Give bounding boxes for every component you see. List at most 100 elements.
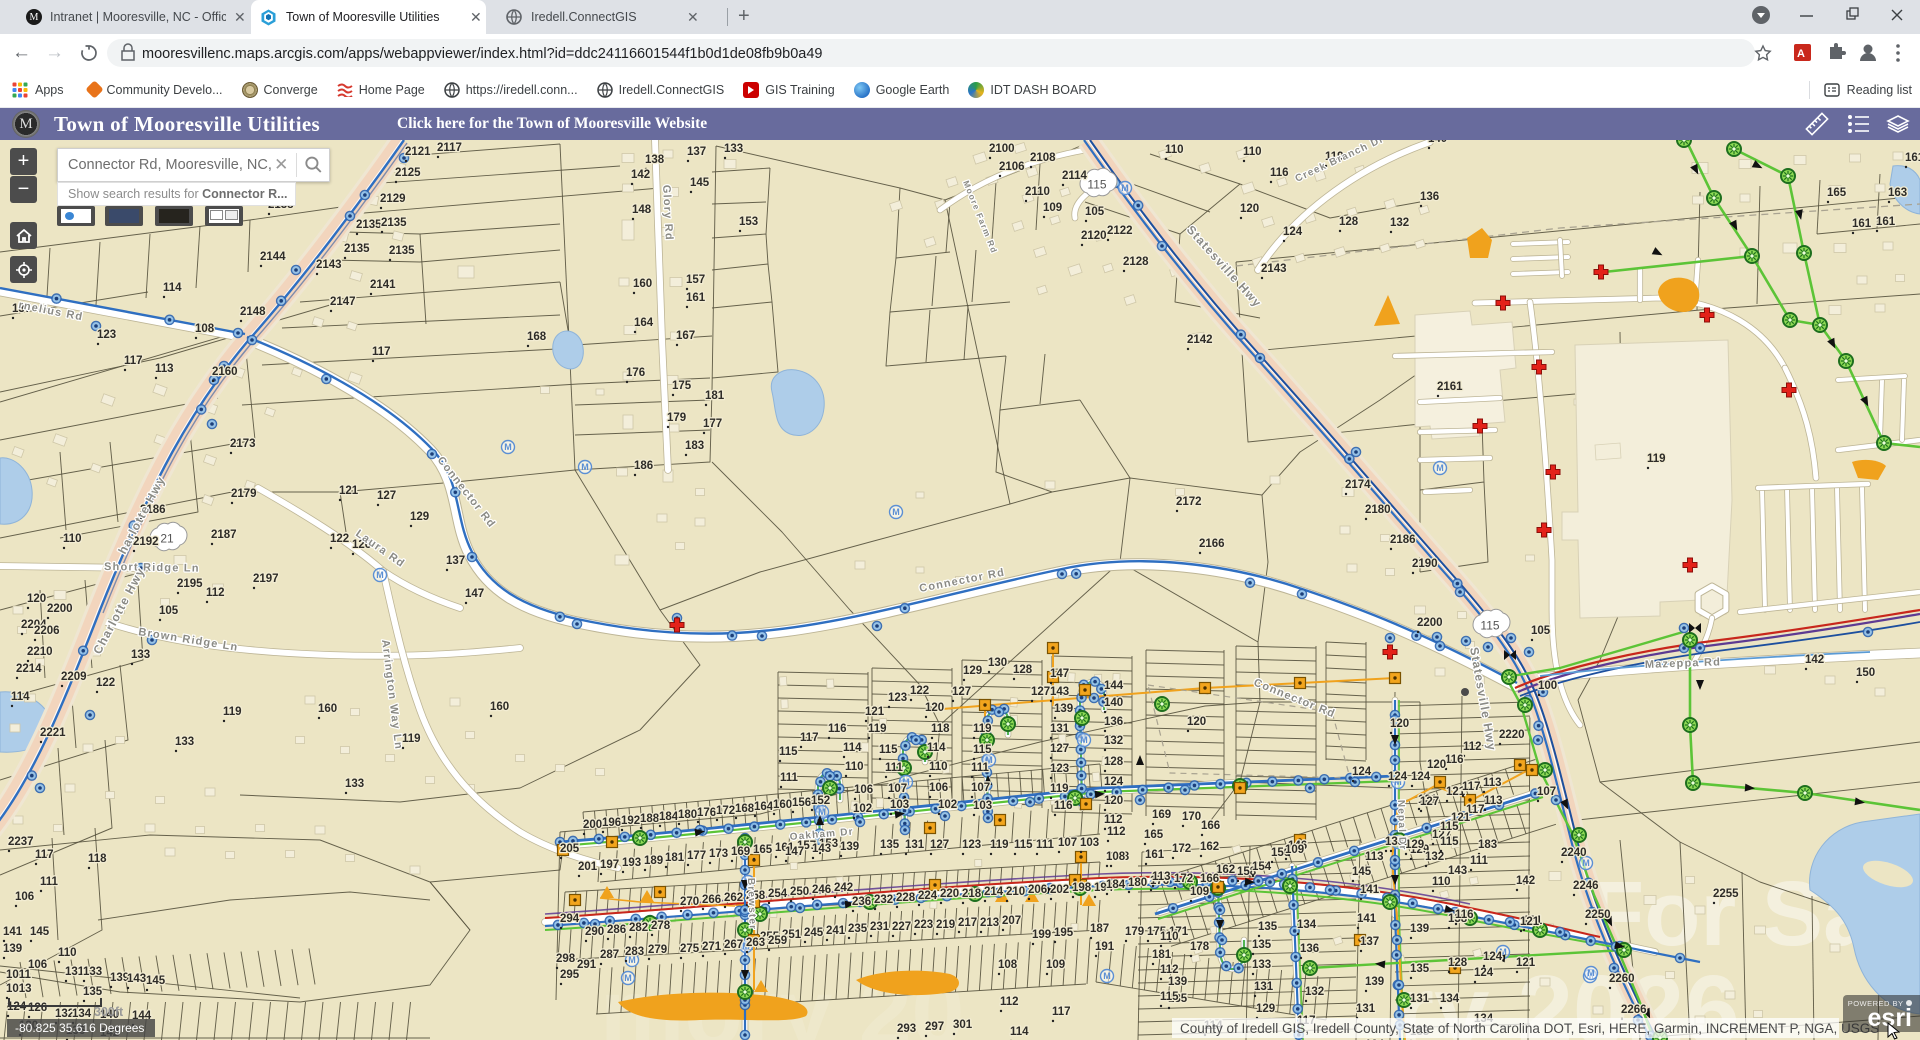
- svg-text:112: 112: [206, 587, 225, 599]
- svg-text:2197: 2197: [253, 573, 279, 585]
- svg-text:133: 133: [175, 736, 194, 748]
- svg-text:131: 131: [1050, 723, 1070, 735]
- svg-text:121: 121: [865, 706, 885, 718]
- svg-text:266: 266: [702, 894, 721, 906]
- svg-text:133: 133: [345, 778, 364, 790]
- svg-text:114: 114: [1010, 1026, 1029, 1038]
- svg-text:2135: 2135: [356, 219, 382, 231]
- svg-text:161: 161: [1905, 152, 1920, 164]
- svg-text:245: 245: [804, 927, 824, 939]
- svg-text:228: 228: [896, 892, 916, 904]
- svg-text:2135: 2135: [381, 217, 407, 229]
- svg-text:202: 202: [1050, 884, 1069, 896]
- svg-text:122: 122: [910, 685, 929, 697]
- svg-text:193: 193: [622, 857, 641, 869]
- svg-text:2200: 2200: [47, 603, 73, 615]
- svg-text:102: 102: [853, 803, 872, 815]
- svg-text:119: 119: [402, 733, 421, 745]
- svg-text:294: 294: [560, 913, 580, 925]
- svg-text:140: 140: [1428, 140, 1447, 145]
- svg-text:120: 120: [1240, 203, 1259, 215]
- svg-text:123: 123: [962, 839, 981, 851]
- svg-text:119: 119: [223, 706, 242, 718]
- svg-text:123: 123: [97, 329, 116, 341]
- svg-text:119: 119: [1647, 453, 1666, 465]
- svg-text:142: 142: [1805, 654, 1824, 666]
- svg-text:124: 124: [1474, 967, 1494, 979]
- svg-text:176: 176: [697, 807, 716, 819]
- svg-text:207: 207: [1002, 915, 1021, 927]
- svg-text:108: 108: [1106, 851, 1126, 863]
- svg-text:168: 168: [527, 331, 547, 343]
- svg-text:217: 217: [958, 917, 977, 929]
- svg-text:2250: 2250: [1585, 909, 1611, 921]
- svg-text:103: 103: [973, 800, 992, 812]
- svg-text:111: 111: [40, 876, 59, 888]
- svg-text:161: 161: [686, 292, 706, 304]
- svg-text:232: 232: [874, 894, 893, 906]
- svg-text:109: 109: [1285, 844, 1304, 856]
- svg-text:112: 112: [1104, 814, 1123, 826]
- svg-text:2200: 2200: [1417, 617, 1443, 629]
- svg-text:2180: 2180: [1365, 504, 1391, 516]
- svg-text:172: 172: [1172, 843, 1191, 855]
- svg-text:M: M: [1080, 735, 1088, 745]
- svg-text:113: 113: [1484, 795, 1503, 807]
- svg-text:107: 107: [1537, 786, 1556, 798]
- svg-text:297: 297: [925, 1021, 944, 1033]
- svg-text:117: 117: [124, 355, 143, 367]
- svg-text:2173: 2173: [230, 438, 256, 450]
- svg-text:128: 128: [1339, 216, 1359, 228]
- svg-text:114: 114: [163, 282, 182, 294]
- svg-text:173: 173: [709, 848, 728, 860]
- svg-text:136: 136: [1104, 716, 1123, 728]
- svg-text:136: 136: [1420, 191, 1439, 203]
- svg-text:160: 160: [490, 701, 509, 713]
- svg-text:2237: 2237: [8, 836, 34, 848]
- svg-text:115: 115: [973, 744, 992, 756]
- svg-text:198: 198: [1072, 882, 1092, 894]
- svg-text:132: 132: [1305, 986, 1324, 998]
- svg-text:139: 139: [1365, 976, 1384, 988]
- svg-text:2255: 2255: [1713, 888, 1739, 900]
- svg-text:224: 224: [918, 890, 938, 902]
- svg-text:109: 109: [1043, 202, 1062, 214]
- svg-text:213: 213: [980, 917, 999, 929]
- svg-text:278: 278: [651, 920, 671, 932]
- svg-text:105: 105: [1531, 625, 1551, 637]
- svg-text:106: 106: [929, 782, 948, 794]
- svg-text:109: 109: [1190, 886, 1209, 898]
- svg-text:1011: 1011: [6, 969, 32, 981]
- svg-text:117: 117: [372, 346, 391, 358]
- svg-text:118: 118: [88, 853, 107, 865]
- svg-text:160: 160: [318, 703, 337, 715]
- svg-text:115: 115: [1440, 821, 1459, 833]
- svg-text:142: 142: [1516, 875, 1535, 887]
- svg-text:254: 254: [768, 888, 788, 900]
- svg-text:113: 113: [1483, 777, 1502, 789]
- svg-text:139: 139: [1168, 976, 1187, 988]
- svg-text:165: 165: [1144, 829, 1164, 841]
- svg-text:147: 147: [785, 846, 804, 858]
- svg-text:133: 133: [1252, 959, 1271, 971]
- svg-text:111: 111: [971, 762, 990, 774]
- svg-text:2143: 2143: [1261, 263, 1287, 275]
- svg-text:2120: 2120: [1081, 230, 1107, 242]
- svg-text:181: 181: [705, 390, 725, 402]
- svg-text:2160: 2160: [212, 366, 238, 378]
- svg-text:236: 236: [852, 896, 871, 908]
- svg-text:M: M: [1582, 858, 1590, 868]
- svg-text:218: 218: [962, 888, 982, 900]
- svg-text:135: 135: [1252, 939, 1272, 951]
- svg-text:116: 116: [1270, 167, 1289, 179]
- svg-text:120: 120: [1427, 759, 1446, 771]
- svg-text:124: 124: [1104, 776, 1124, 788]
- svg-text:108: 108: [195, 323, 215, 335]
- svg-text:2114: 2114: [1062, 170, 1088, 182]
- svg-text:178: 178: [1190, 941, 1210, 953]
- svg-text:109: 109: [1046, 959, 1065, 971]
- svg-text:2117: 2117: [437, 142, 462, 154]
- svg-text:199: 199: [1032, 929, 1051, 941]
- svg-text:134: 134: [1297, 919, 1317, 931]
- svg-text:2210: 2210: [27, 646, 53, 658]
